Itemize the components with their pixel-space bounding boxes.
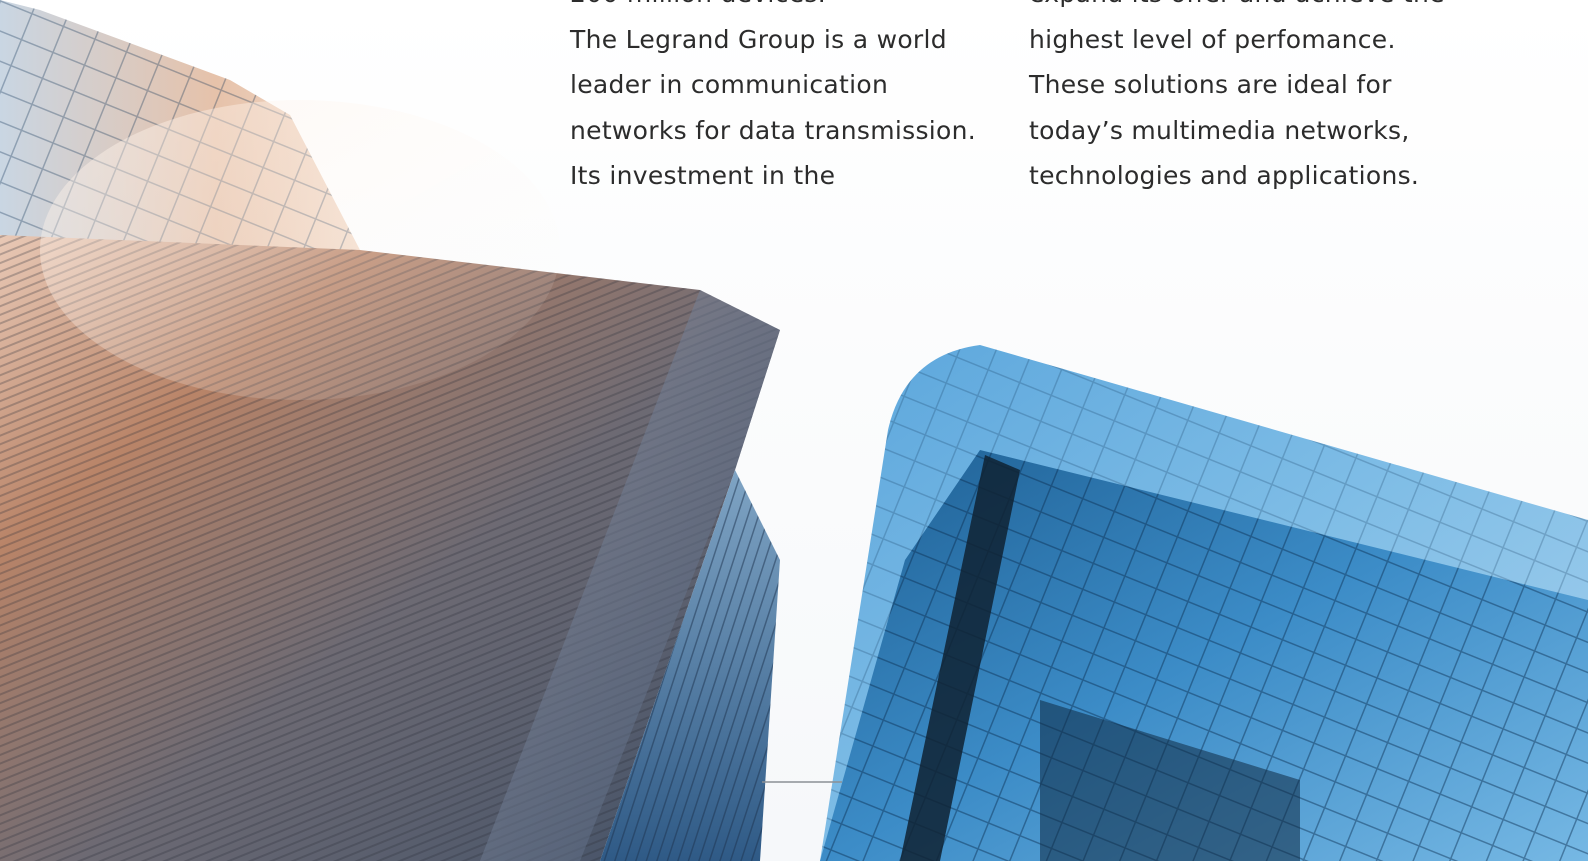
text-line: highest level of perfomance. <box>1029 24 1396 54</box>
text-line: networks for data transmission. <box>570 115 977 145</box>
text-line: These solutions are ideal for <box>1029 70 1392 99</box>
text-line: Its investment in the <box>570 161 836 190</box>
text-line: The Legrand Group is a world <box>570 24 947 54</box>
text-line: technologies and applications. <box>1029 161 1420 190</box>
text-line: leader in communication <box>570 70 889 99</box>
text-line: 200 million devices. <box>570 0 1010 17</box>
text-line: expand its offer and achieve the <box>1029 0 1469 17</box>
article-column-right: expand its offer and achieve the highest… <box>1029 0 1469 199</box>
text-line: today’s multimedia networks, <box>1029 115 1410 145</box>
article-column-left: 200 million devices. The Legrand Group i… <box>570 0 1010 199</box>
